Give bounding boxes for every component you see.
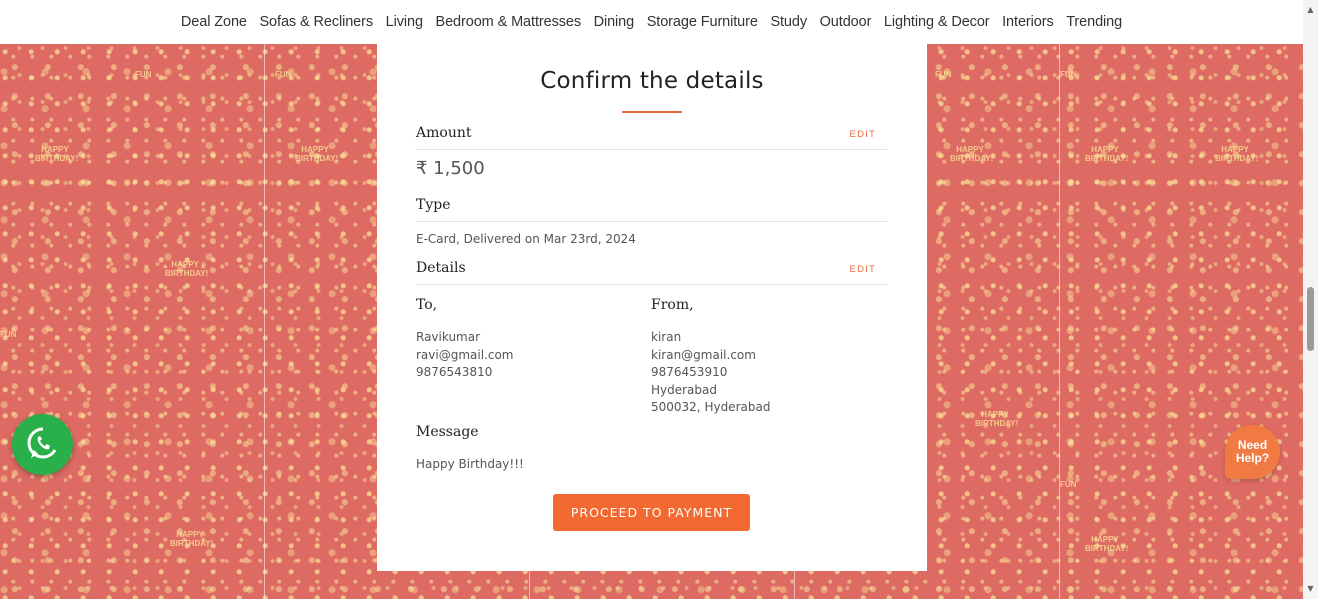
- amount-label: Amount: [416, 125, 472, 141]
- nav-item-deal-zone[interactable]: Deal Zone: [175, 14, 254, 30]
- pattern-birthday-text: HAPPY BIRTHDAY!: [35, 145, 79, 163]
- page-scrollbar[interactable]: ▲ ▼: [1303, 0, 1318, 599]
- recipient-name: Ravikumar: [416, 330, 481, 344]
- pattern-birthday-text: HAPPY BIRTHDAY!: [165, 260, 209, 278]
- pattern-fun-text: FUN: [935, 70, 952, 79]
- recipient-phone: 9876543810: [416, 365, 493, 379]
- sender-city: Hyderabad: [651, 382, 717, 397]
- amount-section-header: Amount EDIT: [416, 125, 887, 150]
- sender-pin: 500032, Hyderabad: [651, 400, 771, 414]
- nav-item-living[interactable]: Living: [379, 14, 429, 30]
- edit-details-link[interactable]: EDIT: [850, 264, 876, 275]
- pattern-fun-text: FUN: [135, 70, 152, 79]
- pattern-seam: [1059, 44, 1060, 599]
- scrollbar-thumb[interactable]: [1307, 287, 1314, 351]
- pattern-birthday-text: HAPPY BIRTHDAY!: [1085, 145, 1129, 163]
- message-value: Happy Birthday!!!: [416, 457, 524, 471]
- to-label: To,: [416, 297, 438, 313]
- nav-list: Deal Zone Sofas & Recliners Living Bedro…: [175, 14, 1129, 30]
- pattern-fun-text: FUN: [275, 70, 292, 79]
- page-title: Confirm the details: [540, 68, 764, 94]
- sender-email: kiran@gmail.com: [651, 347, 756, 362]
- type-value: E-Card, Delivered on Mar 23rd, 2024: [416, 232, 636, 246]
- pattern-fun-text: FUN: [1060, 480, 1077, 489]
- nav-item-lighting-decor[interactable]: Lighting & Decor: [878, 14, 996, 30]
- pattern-birthday-text: HAPPY BIRTHDAY!: [170, 530, 214, 548]
- pattern-fun-text: FUN: [0, 330, 17, 339]
- nav-item-study[interactable]: Study: [764, 14, 813, 30]
- sender-name: kiran: [651, 330, 682, 344]
- nav-item-bedroom-mattresses[interactable]: Bedroom & Mattresses: [429, 14, 587, 30]
- chevron-down-icon[interactable]: ▼: [1303, 581, 1318, 595]
- pattern-seam: [264, 44, 265, 599]
- recipient-email: ravi@gmail.com: [416, 347, 514, 362]
- need-help-button[interactable]: Need Help?: [1225, 425, 1280, 479]
- nav-item-trending[interactable]: Trending: [1060, 14, 1128, 30]
- type-section-header: Type: [416, 197, 887, 222]
- pattern-birthday-text: HAPPY BIRTHDAY!: [975, 410, 1019, 428]
- type-label: Type: [416, 197, 451, 213]
- need-help-line2: Help?: [1235, 451, 1270, 465]
- pattern-birthday-text: HAPPY BIRTHDAY!: [1215, 145, 1259, 163]
- message-label: Message: [416, 424, 479, 440]
- proceed-to-payment-button[interactable]: PROCEED TO PAYMENT: [553, 494, 750, 531]
- edit-amount-link[interactable]: EDIT: [850, 129, 876, 140]
- sender-phone: 9876453910: [651, 365, 728, 379]
- details-section-header: Details EDIT: [416, 260, 887, 285]
- pattern-fun-text: FUN: [1060, 70, 1077, 79]
- pattern-birthday-text: HAPPY BIRTHDAY!: [950, 145, 994, 163]
- confirm-details-card: Confirm the details Amount EDIT ₹ 1,500 …: [377, 44, 927, 571]
- from-label: From,: [651, 297, 694, 313]
- recipient-info: Ravikumar ravi@gmail.com 9876543810: [416, 329, 514, 382]
- whatsapp-button[interactable]: [12, 414, 73, 475]
- whatsapp-icon: [25, 425, 61, 465]
- details-label: Details: [416, 260, 466, 276]
- nav-item-outdoor[interactable]: Outdoor: [813, 14, 877, 30]
- amount-value: ₹ 1,500: [416, 158, 485, 179]
- nav-item-interiors[interactable]: Interiors: [996, 14, 1060, 30]
- pattern-birthday-text: HAPPY BIRTHDAY!: [295, 145, 339, 163]
- title-underline: [622, 111, 682, 113]
- top-nav: Deal Zone Sofas & Recliners Living Bedro…: [0, 0, 1303, 44]
- nav-item-sofas-recliners[interactable]: Sofas & Recliners: [253, 14, 379, 30]
- sender-info: kiran kiran@gmail.com 9876453910 Hyderab…: [651, 329, 770, 417]
- chevron-up-icon[interactable]: ▲: [1303, 2, 1318, 16]
- pattern-birthday-text: HAPPY BIRTHDAY!: [1085, 535, 1129, 553]
- nav-item-storage-furniture[interactable]: Storage Furniture: [640, 14, 764, 30]
- nav-item-dining[interactable]: Dining: [587, 14, 640, 30]
